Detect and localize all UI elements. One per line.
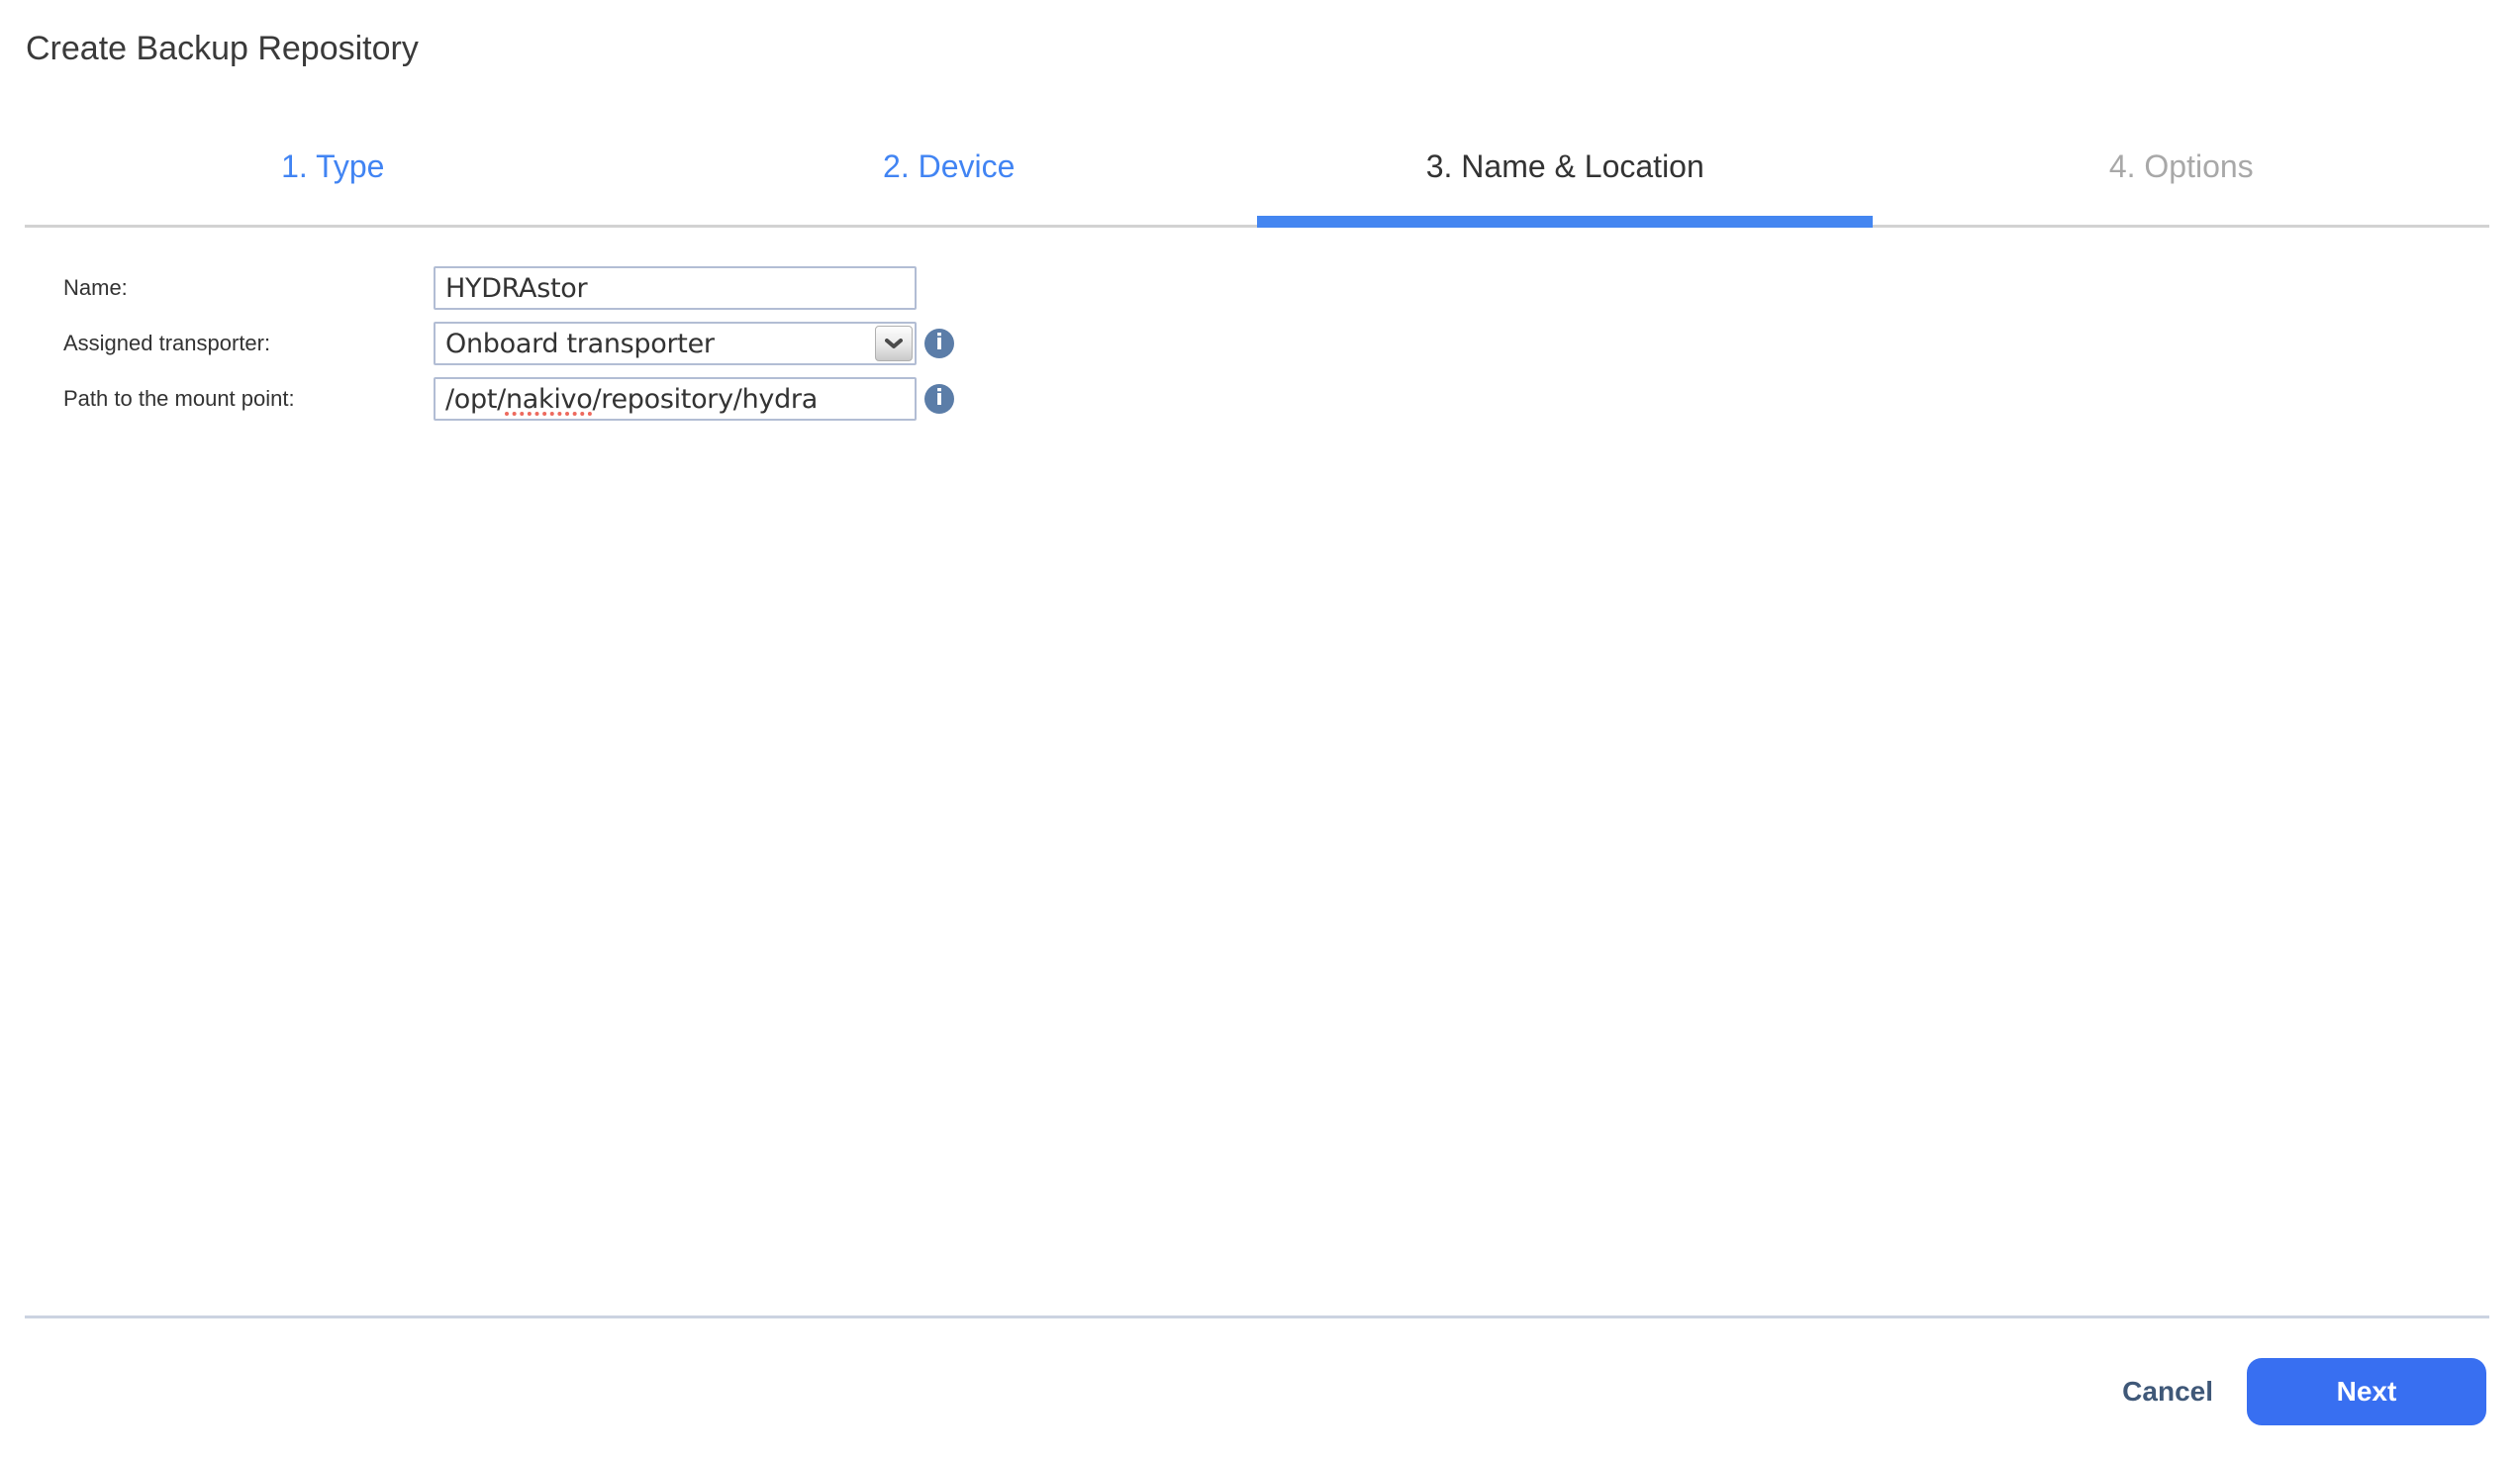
path-row: Path to the mount point: /opt/nakivo/rep…: [63, 377, 954, 421]
tab-options: 4. Options: [2108, 148, 2254, 184]
tab-name-location[interactable]: 3. Name & Location: [1257, 146, 1874, 186]
active-tab-indicator: [1257, 216, 1873, 228]
wizard-steps: 1. Type 2. Device 3. Name & Location 4. …: [25, 146, 2489, 186]
footer-divider: [25, 1315, 2489, 1318]
path-input[interactable]: /opt/nakivo/repository/hydra: [434, 377, 917, 421]
page-title: Create Backup Repository: [26, 30, 419, 67]
name-row: Name:: [63, 266, 917, 310]
chevron-down-icon: [885, 338, 903, 348]
path-label: Path to the mount point:: [63, 386, 295, 411]
cancel-button[interactable]: Cancel: [2122, 1376, 2213, 1408]
transporter-info-icon[interactable]: i: [924, 329, 954, 358]
path-suffix: /repository/hydra: [592, 383, 818, 415]
path-info-icon[interactable]: i: [924, 384, 954, 414]
tab-type[interactable]: 1. Type: [25, 146, 641, 186]
transporter-select-value: Onboard transporter: [445, 328, 715, 359]
transporter-row: Assigned transporter: Onboard transporte…: [63, 322, 954, 365]
transporter-label: Assigned transporter:: [63, 331, 271, 355]
footer-actions: Cancel Next: [2122, 1358, 2486, 1425]
path-prefix: /opt/: [445, 383, 506, 415]
path-misspelled-word: nakivo: [505, 383, 593, 415]
name-input[interactable]: [434, 266, 917, 310]
name-label: Name:: [63, 275, 128, 300]
create-backup-repository-dialog: Create Backup Repository 1. Type 2. Devi…: [0, 0, 2520, 1461]
tab-device[interactable]: 2. Device: [641, 146, 1258, 186]
transporter-select-button[interactable]: [875, 326, 913, 361]
transporter-select[interactable]: Onboard transporter: [434, 322, 917, 365]
next-button[interactable]: Next: [2247, 1358, 2486, 1425]
